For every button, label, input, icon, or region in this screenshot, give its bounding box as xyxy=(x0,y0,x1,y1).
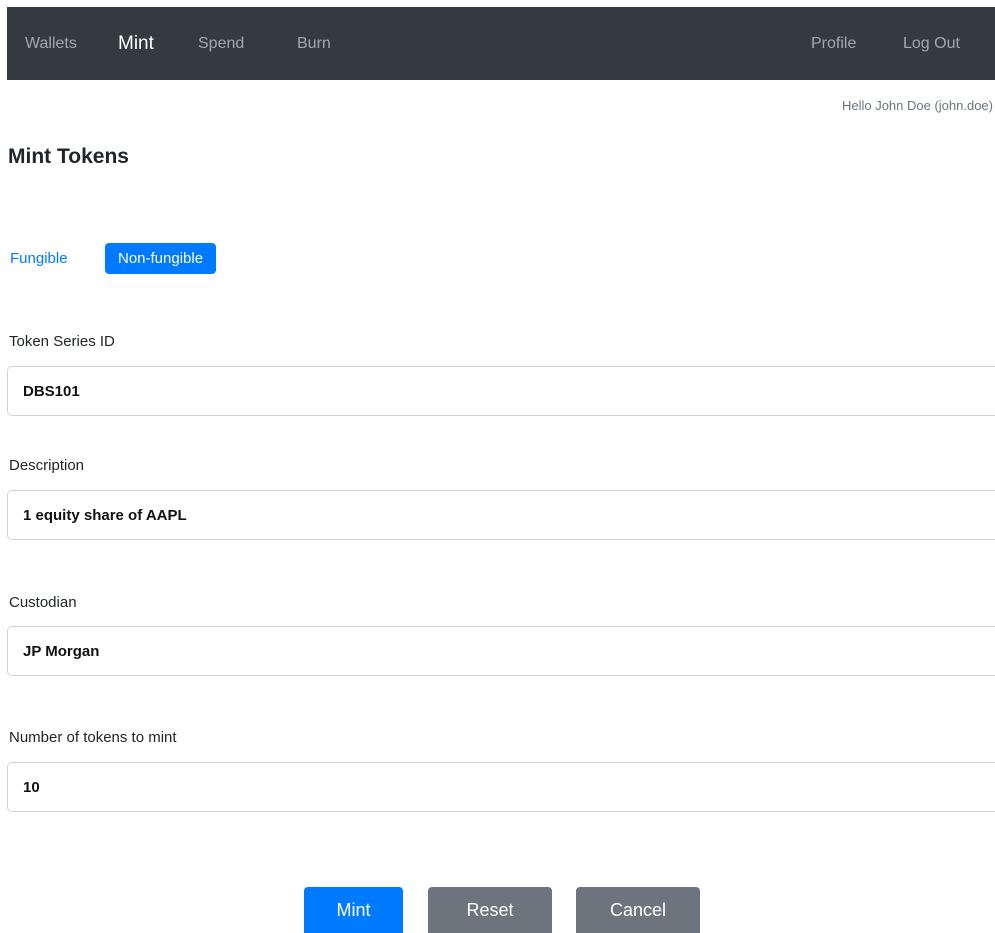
tab-non-fungible[interactable]: Non-fungible xyxy=(105,243,217,274)
nav-item-profile[interactable]: Profile xyxy=(811,7,856,80)
num-tokens-input[interactable] xyxy=(7,762,995,812)
page-title: Mint Tokens xyxy=(8,145,129,168)
user-greeting: Hello John Doe (john.doe) xyxy=(841,98,993,113)
description-label: Description xyxy=(9,457,85,474)
nav-item-burn[interactable]: Burn xyxy=(297,7,331,80)
description-input[interactable] xyxy=(7,490,995,540)
nav-item-logout[interactable]: Log Out xyxy=(903,7,960,80)
custodian-label: Custodian xyxy=(9,594,77,611)
nav-item-spend[interactable]: Spend xyxy=(198,7,244,80)
reset-button[interactable]: Reset xyxy=(428,887,552,933)
token-series-id-input[interactable] xyxy=(7,366,995,416)
cancel-button[interactable]: Cancel xyxy=(576,887,700,933)
mint-button[interactable]: Mint xyxy=(304,887,403,933)
custodian-input[interactable] xyxy=(7,626,995,676)
page: Wallets Mint Spend Burn Profile Log Out … xyxy=(0,0,995,933)
nav-item-mint[interactable]: Mint xyxy=(118,7,154,80)
top-navbar: Wallets Mint Spend Burn Profile Log Out xyxy=(7,7,995,80)
token-series-id-label: Token Series ID xyxy=(9,333,115,350)
num-tokens-label: Number of tokens to mint xyxy=(9,729,177,746)
tab-fungible[interactable]: Fungible xyxy=(10,243,68,274)
nav-item-wallets[interactable]: Wallets xyxy=(25,7,77,80)
